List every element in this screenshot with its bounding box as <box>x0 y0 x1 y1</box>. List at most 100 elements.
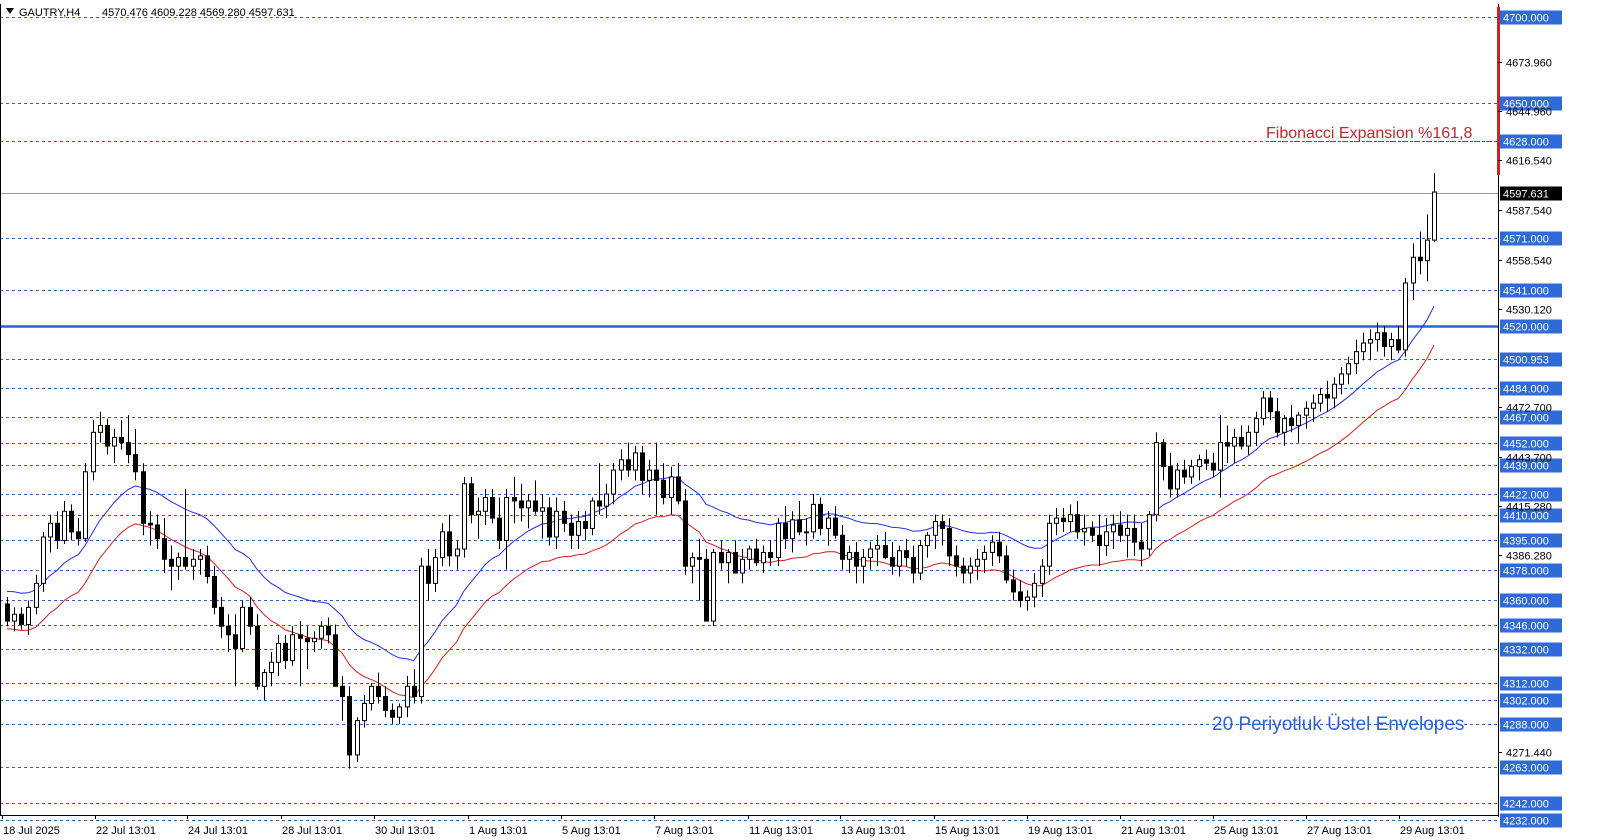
candle-body-bull <box>83 471 88 540</box>
candle <box>954 545 959 577</box>
candle-body-bear <box>818 503 823 529</box>
candle <box>469 476 474 524</box>
candle <box>333 624 338 687</box>
candle <box>440 523 445 567</box>
candle <box>1182 459 1187 484</box>
candle-body-bear <box>1239 436 1244 447</box>
candle-body-bull <box>1047 522 1052 567</box>
candle-body-bull <box>711 551 716 622</box>
candle <box>5 597 10 627</box>
candle <box>462 476 467 558</box>
dropdown-triangle-icon[interactable] <box>6 8 14 14</box>
candle <box>654 442 659 515</box>
level-badge-label: 4312.000 <box>1503 679 1549 691</box>
candle-body-bull <box>41 536 46 584</box>
candle <box>12 607 17 632</box>
candle <box>711 549 716 627</box>
candle-body-bull <box>12 613 17 622</box>
candle <box>504 488 509 570</box>
candle <box>1246 425 1251 455</box>
candle <box>526 494 531 529</box>
candle-body-bear <box>1075 514 1080 533</box>
candle <box>990 535 995 567</box>
candle-body-bear <box>490 497 495 519</box>
candle <box>833 506 838 539</box>
candle-body-bear <box>533 500 538 512</box>
candle-body-bear <box>1211 462 1216 471</box>
candle <box>982 545 987 574</box>
candle <box>141 463 146 536</box>
candle-body-bear <box>940 521 945 529</box>
candle <box>533 480 538 515</box>
candle <box>1239 425 1244 450</box>
candle <box>590 497 595 536</box>
candle <box>1025 590 1030 611</box>
candle-body-bull <box>975 558 980 567</box>
candle-body-bull <box>504 497 509 541</box>
candle-body-bull <box>1032 582 1037 598</box>
candle-body-bull <box>1282 418 1287 433</box>
level-badge-label: 4242.000 <box>1503 799 1549 811</box>
candle-body-bear <box>1004 555 1009 581</box>
candle <box>690 552 695 584</box>
level-badge-label: 4500.953 <box>1503 355 1549 367</box>
candle <box>1418 231 1423 275</box>
time-tick-label: 13 Aug 13:01 <box>841 825 906 837</box>
candle-body-bull <box>918 545 923 574</box>
time-tick-label: 7 Aug 13:01 <box>655 825 714 837</box>
candle-body-bull <box>968 565 973 574</box>
candle-body-bear <box>626 459 631 471</box>
candle-body-bull <box>26 606 31 626</box>
candle <box>1047 514 1052 575</box>
level-badge-label: 4484.000 <box>1503 384 1549 396</box>
candle <box>854 542 859 584</box>
candle-body-bear <box>768 551 773 559</box>
candle <box>818 497 823 536</box>
candle-body-bear <box>1118 524 1123 536</box>
candle <box>362 694 367 728</box>
level-badge-label: 4571.000 <box>1503 234 1549 246</box>
candle-body-bear <box>133 454 138 473</box>
candle <box>62 500 67 544</box>
candle-body-bear <box>562 510 567 524</box>
candle-body-bear <box>305 637 310 643</box>
candle <box>41 531 46 592</box>
candle <box>776 518 781 567</box>
candle-body-bear <box>1418 256 1423 262</box>
candle <box>1432 173 1437 242</box>
candle <box>91 420 96 481</box>
axis-tick-label: 4443.700 <box>1506 453 1552 465</box>
axis-tick-label: 4530.120 <box>1506 305 1552 317</box>
candle-body-bear <box>169 558 174 567</box>
time-tick-label: 30 Jul 13:01 <box>375 825 435 837</box>
candle-body-bull <box>925 534 930 547</box>
lower-envelope-line <box>6 344 1435 699</box>
candle <box>133 428 138 481</box>
candle <box>1346 356 1351 385</box>
chart-header: GAUTRY,H4 4570.476 4609.228 4569.280 459… <box>6 7 295 19</box>
candle <box>119 420 124 450</box>
candle-body-bear <box>911 557 916 574</box>
candle <box>918 540 923 580</box>
level-badge-label: 4422.000 <box>1503 490 1549 502</box>
candle-body-bull <box>1082 527 1087 533</box>
candle-body-bull <box>240 606 245 650</box>
candle <box>34 574 39 615</box>
candle-body-bull <box>990 541 995 553</box>
candle <box>1225 425 1230 464</box>
candle <box>719 540 724 570</box>
candle <box>426 549 431 601</box>
time-axis: 18 Jul 2025 22 Jul 13:01 24 Jul 13:01 28 Ju… <box>2 815 1465 837</box>
candle-body-bull <box>868 548 873 559</box>
candle-body-bull <box>747 548 752 560</box>
candle <box>455 540 460 570</box>
candle-body-bear <box>162 538 167 560</box>
candle-body-bull <box>1354 351 1359 365</box>
candle <box>355 717 360 762</box>
envelopes-label: 20 Periyotluk Üstel Envelopes <box>1212 714 1464 735</box>
candle <box>476 497 481 539</box>
candle-body-bear <box>1204 459 1209 464</box>
candle-body-bull <box>1147 514 1152 550</box>
candle-body-bear <box>126 442 131 456</box>
candle <box>76 518 81 546</box>
